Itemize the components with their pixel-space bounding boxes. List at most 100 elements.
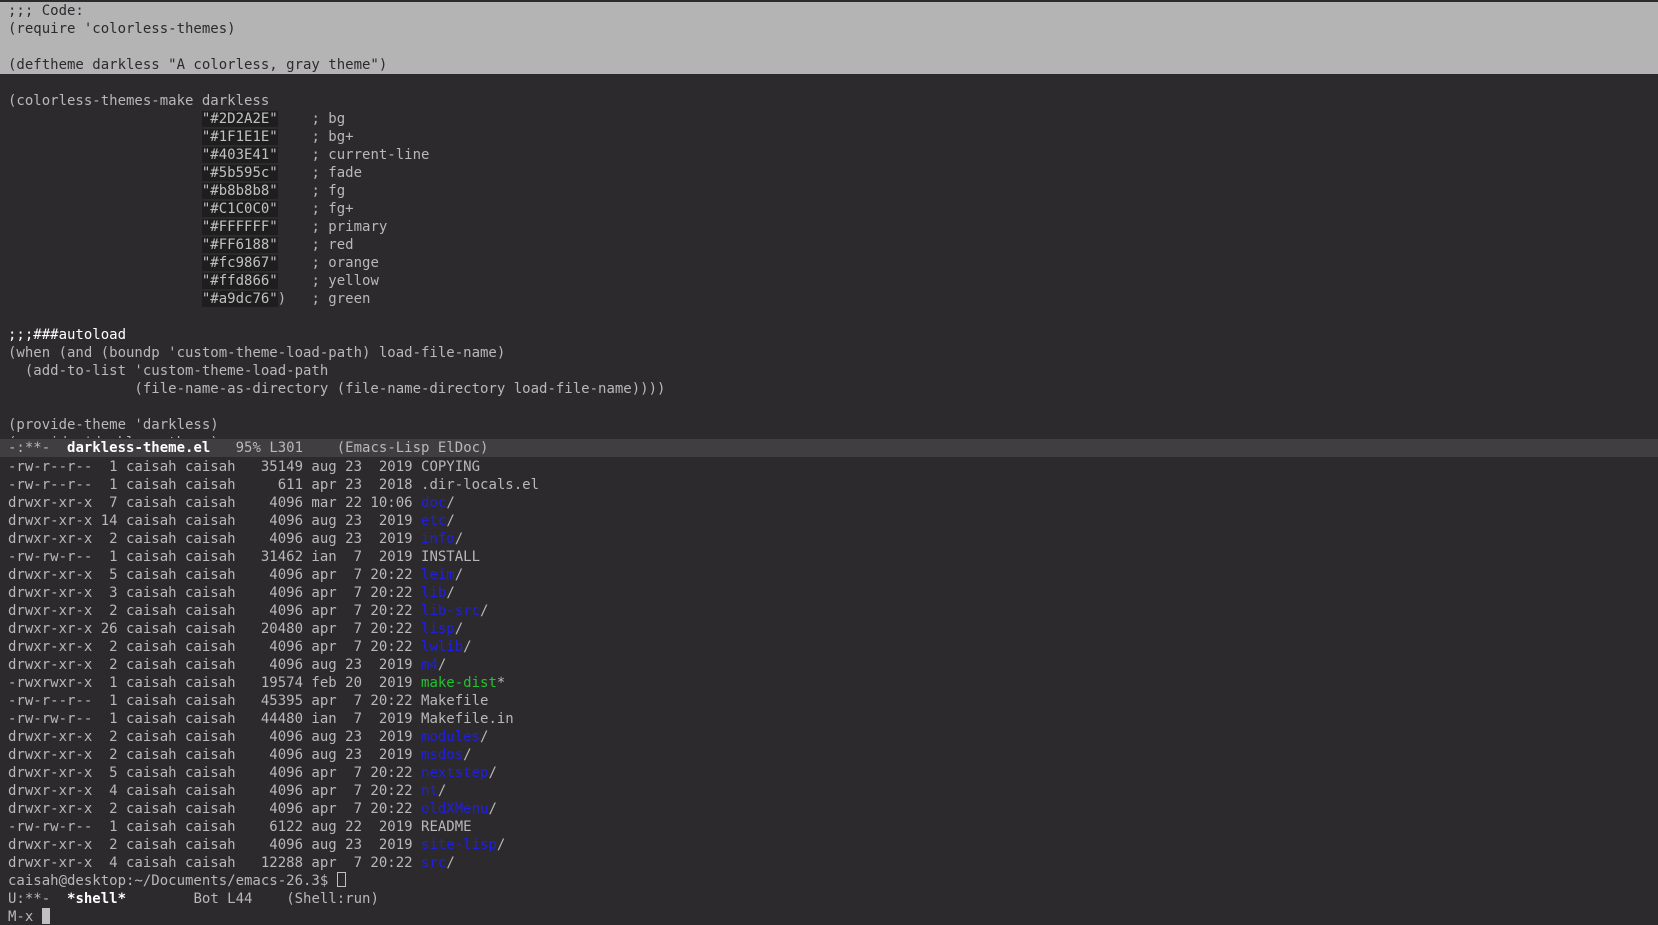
file-metadata: drwxr-xr-x 5 caisah caisah 4096 apr 7 20… [8,765,422,781]
code-line[interactable]: (colorless-themes-make darkless [0,92,1658,110]
file-type-suffix: / [463,747,472,763]
file-metadata: -rw-rw-r-- 1 caisah caisah 31462 ian 7 2… [8,549,422,565]
file-metadata: -rw-rw-r-- 1 caisah caisah 6122 aug 22 2… [8,819,422,835]
file-metadata: drwxr-xr-x 7 caisah caisah 4096 mar 22 1… [8,495,422,511]
file-type-suffix: / [454,621,464,637]
code-line[interactable]: "#1F1E1E" ; bg+ [0,128,1658,146]
directory-name[interactable]: src [421,855,446,871]
code-line[interactable]: (deftheme darkless "A colorless, gray th… [0,56,1658,74]
directory-name[interactable]: m4 [421,657,438,673]
file-type-suffix: / [437,783,447,799]
file-metadata: drwxr-xr-x 2 caisah caisah 4096 aug 23 2… [8,657,422,673]
mode-line-buffer-name[interactable]: darkless-theme.el [67,440,210,456]
code-line[interactable]: (file-name-as-directory (file-name-direc… [0,380,1658,398]
shell-buffer[interactable]: -rw-r--r-- 1 caisah caisah 35149 aug 23 … [0,458,1658,890]
listing-row: -rw-rw-r-- 1 caisah caisah 44480 ian 7 2… [0,710,1658,728]
code-line[interactable] [0,38,1658,56]
file-metadata: -rw-rw-r-- 1 caisah caisah 44480 ian 7 2… [8,711,422,727]
code-line[interactable] [0,398,1658,416]
file-name[interactable]: .dir-locals.el [421,477,539,493]
color-string-literal: "#2D2A2E" [201,111,278,127]
code-line[interactable] [0,308,1658,326]
file-type-suffix: / [488,801,497,817]
file-name[interactable]: Makefile [421,693,488,709]
color-comment: ; current-line [277,147,430,163]
file-metadata: drwxr-xr-x 14 caisah caisah 4096 aug 23 … [8,513,422,529]
color-comment: ; bg+ [277,129,354,145]
code-line[interactable]: "#5b595c" ; fade [0,164,1658,182]
code-line[interactable]: "#b8b8b8" ; fg [0,182,1658,200]
directory-name[interactable]: nt [421,783,438,799]
directory-name[interactable]: info [421,531,455,547]
code-line[interactable]: "#FFFFFF" ; primary [0,218,1658,236]
executable-name[interactable]: make-dist [421,675,497,691]
code-editor-buffer[interactable]: ;;; Code: (require 'colorless-themes) (def… [0,2,1658,438]
code-line[interactable]: "#C1C0C0" ; fg+ [0,200,1658,218]
code-line[interactable]: "#fc9867" ; orange [0,254,1658,272]
directory-name[interactable]: lib-src [421,603,480,619]
listing-row: drwxr-xr-x 2 caisah caisah 4096 apr 7 20… [0,602,1658,620]
file-metadata: drwxr-xr-x 5 caisah caisah 4096 apr 7 20… [8,567,422,583]
directory-name[interactable]: oldXMenu [421,801,488,817]
color-string-literal: "#a9dc76" [201,291,278,307]
listing-row: -rw-r--r-- 1 caisah caisah 35149 aug 23 … [0,458,1658,476]
color-comment: ; fade [277,165,363,181]
directory-name[interactable]: modules [421,729,480,745]
directory-name[interactable]: lisp [421,621,455,637]
file-type-suffix: / [446,585,455,601]
color-comment: ; fg [277,183,346,199]
minibuffer[interactable]: M-x [0,908,1658,925]
listing-row: -rw-rw-r-- 1 caisah caisah 6122 aug 22 2… [0,818,1658,836]
directory-name[interactable]: lwlib [421,639,463,655]
mode-line-active[interactable]: -:**- darkless-theme.el 95% L301 (Emacs-… [0,439,1658,457]
directory-name[interactable]: etc [421,513,446,529]
code-line[interactable]: ;;;###autoload [0,326,1658,344]
code-line[interactable]: "#ffd866" ; yellow [0,272,1658,290]
file-metadata: drwxr-xr-x 2 caisah caisah 4096 aug 23 2… [8,729,422,745]
file-type-suffix: / [488,765,497,781]
color-comment: ; primary [277,219,388,235]
minibuffer-prompt: M-x [8,909,42,925]
directory-name[interactable]: lib [421,585,446,601]
code-line[interactable]: (add-to-list 'custom-theme-load-path [0,362,1658,380]
directory-name[interactable]: site-lisp [421,837,497,853]
file-name[interactable]: INSTALL [421,549,480,565]
mode-line-major-mode[interactable]: (Emacs-Lisp ElDoc) [328,440,489,456]
file-name[interactable]: Makefile.in [421,711,514,727]
listing-row: drwxr-xr-x 5 caisah caisah 4096 apr 7 20… [0,566,1658,584]
mode-line-status: -:**- [8,440,68,456]
directory-name[interactable]: doc [421,495,446,511]
code-text: ;;;###autoload [8,327,127,343]
file-type-suffix: / [454,567,464,583]
directory-name[interactable]: leim [421,567,455,583]
color-string-literal: "#403E41" [201,147,278,163]
shell-prompt-line[interactable]: caisah@desktop:~/Documents/emacs-26.3$ [0,872,1658,890]
file-metadata: drwxr-xr-x 3 caisah caisah 4096 apr 7 20… [8,585,422,601]
file-name[interactable]: COPYING [421,459,480,475]
code-line[interactable]: "#403E41" ; current-line [0,146,1658,164]
mode-line-major-mode[interactable]: (Shell:run) [286,891,379,907]
listing-row: drwxr-xr-x 2 caisah caisah 4096 aug 23 2… [0,656,1658,674]
code-line[interactable]: (when (and (boundp 'custom-theme-load-pa… [0,344,1658,362]
code-line[interactable]: (require 'colorless-themes) [0,20,1658,38]
code-text: ;;; Code: [8,3,84,19]
code-line[interactable] [0,74,1658,92]
directory-name[interactable]: nextstep [421,765,488,781]
directory-name[interactable]: msdos [421,747,463,763]
code-line[interactable]: "#a9dc76") ; green [0,290,1658,308]
code-line[interactable]: (provide 'darkless-theme) [0,434,1658,438]
code-line[interactable]: ;;; Code: [0,2,1658,20]
shell-cursor [336,872,346,887]
mode-line-shell[interactable]: U:**- *shell* Bot L44 (Shell:run) [0,890,1658,908]
code-line[interactable]: "#2D2A2E" ; bg [0,110,1658,128]
file-name[interactable]: README [421,819,472,835]
code-line[interactable]: "#FF6188" ; red [0,236,1658,254]
color-string-literal: "#1F1E1E" [201,129,278,145]
code-line[interactable]: (provide-theme 'darkless) [0,416,1658,434]
mode-line-buffer-name[interactable]: *shell* [67,891,126,907]
